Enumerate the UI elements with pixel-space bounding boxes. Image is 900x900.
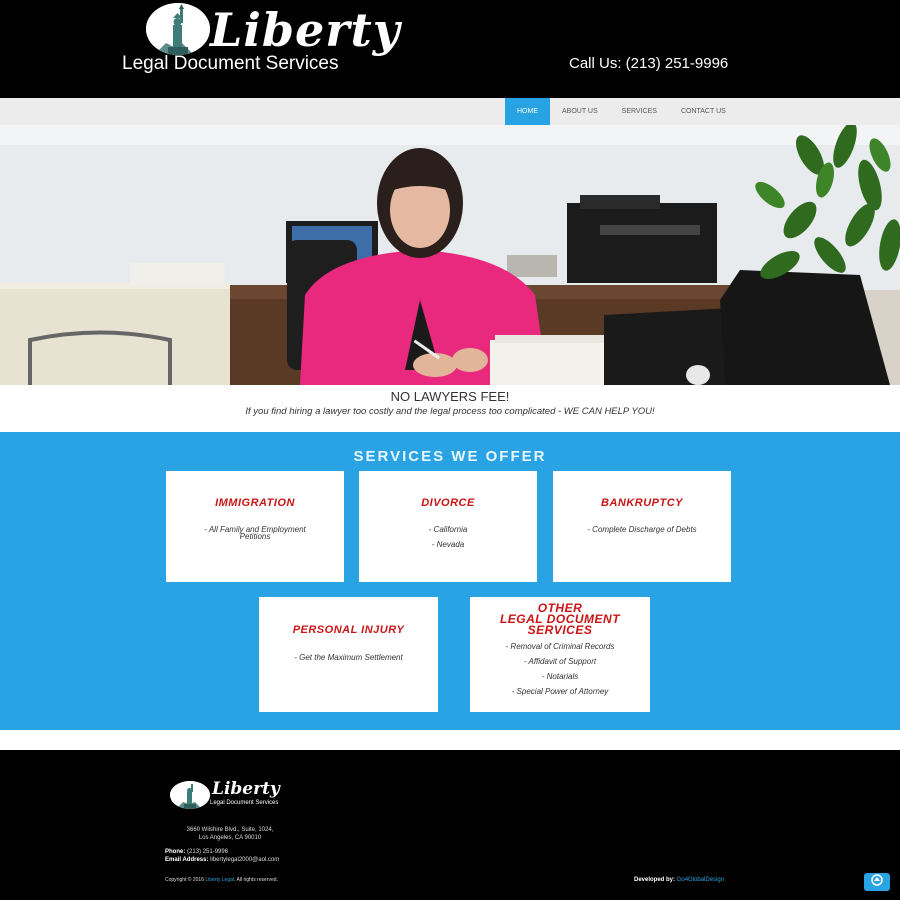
nav-items: HOME ABOUT US SERVICES CONTACT US [505, 98, 738, 125]
service-card-title: DIVORCE [421, 497, 475, 509]
logo-wordmark[interactable]: Liberty [210, 2, 400, 58]
footer-logo-wordmark[interactable]: Liberty [212, 779, 280, 799]
service-card-item: - Nevada [431, 540, 465, 549]
header-phone: Call Us: (213) 251-9996 [569, 55, 729, 72]
service-card-personal-injury[interactable]: PERSONAL INJURY - Get the Maximum Settle… [259, 597, 438, 712]
service-card-bankruptcy[interactable]: BANKRUPTCY - Complete Discharge of Debts [553, 471, 731, 582]
service-card-item: - Complete Discharge of Debts [587, 525, 697, 534]
service-card-immigration[interactable]: IMMIGRATION - All Family and Employment … [166, 471, 344, 582]
logo-subtitle: Legal Document Services [122, 53, 339, 74]
tagline-title: NO LAWYERS FEE! [390, 389, 510, 404]
email-value[interactable]: libertylegal2000@aol.com [210, 857, 279, 863]
address-line-1: 3660 Wilshire Blvd., Suite, 1024, [186, 827, 274, 833]
nav-about-us[interactable]: ABOUT US [550, 98, 610, 125]
site-header: Liberty Legal Document Services Call Us:… [0, 0, 900, 98]
service-card-title: SERVICES [527, 623, 593, 637]
copyright-link[interactable]: Liberty Legal [205, 877, 234, 883]
nav-home[interactable]: HOME [505, 98, 550, 125]
service-card-item: - Removal of Criminal Records [505, 642, 615, 651]
statue-of-liberty-icon[interactable] [146, 3, 210, 55]
hero-photo [0, 125, 900, 385]
service-card-item: Petitions [239, 532, 271, 541]
nav-contact-us[interactable]: CONTACT US [669, 98, 738, 125]
service-card-title: PERSONAL INJURY [292, 624, 405, 636]
services-section: SERVICES WE OFFER IMMIGRATION - All Fami… [0, 432, 900, 730]
main-nav: HOME ABOUT US SERVICES CONTACT US [0, 98, 900, 125]
copyright-suffix: . All rights reserved. [234, 877, 278, 883]
footer-logo-subtitle: Legal Document Services [210, 800, 279, 806]
address-line-2: Los Angeles, CA 90010 [198, 834, 262, 841]
statue-of-liberty-icon [170, 781, 210, 809]
developer-link[interactable]: Go4GlobalDesign [677, 877, 724, 883]
footer-spacer [0, 730, 900, 750]
email-label: Email Address: [165, 857, 209, 863]
developer-credit: Developed by: Go4GlobalDesign [634, 877, 724, 883]
service-card-item: - Special Power of Attorney [511, 687, 609, 696]
service-card-other[interactable]: OTHER LEGAL DOCUMENT SERVICES - Removal … [470, 597, 650, 712]
site-footer: Liberty Legal Document Services 3660 Wil… [0, 750, 900, 900]
tagline-section: NO LAWYERS FEE! If you find hiring a law… [0, 385, 900, 432]
service-card-item: - California [428, 525, 468, 534]
footer-contact: Phone: (213) 251-9996 Email Address: lib… [165, 848, 279, 864]
service-card-divorce[interactable]: DIVORCE - California - Nevada [359, 471, 537, 582]
footer-address: 3660 Wilshire Blvd., Suite, 1024, Los An… [165, 827, 295, 842]
phone-value: (213) 251-9996 [187, 849, 229, 855]
service-card-item: - Notarials [541, 672, 579, 681]
services-title: SERVICES WE OFFER [353, 448, 547, 465]
copyright-prefix: Copyright © 2016 [165, 877, 204, 883]
developed-label: Developed by: [634, 877, 676, 883]
service-card-title: IMMIGRATION [215, 497, 295, 509]
nav-services[interactable]: SERVICES [610, 98, 669, 125]
service-card-title: BANKRUPTCY [601, 497, 683, 509]
service-card-item: - Get the Maximum Settlement [294, 653, 403, 662]
arrow-up-icon [871, 873, 883, 891]
phone-label: Phone: [165, 849, 186, 855]
scroll-to-top-button[interactable] [864, 873, 890, 891]
copyright: Copyright © 2016 Liberty Legal. All righ… [165, 877, 278, 883]
service-card-item: - Affidavit of Support [523, 657, 597, 666]
tagline-subtitle: If you find hiring a lawyer too costly a… [245, 406, 655, 417]
